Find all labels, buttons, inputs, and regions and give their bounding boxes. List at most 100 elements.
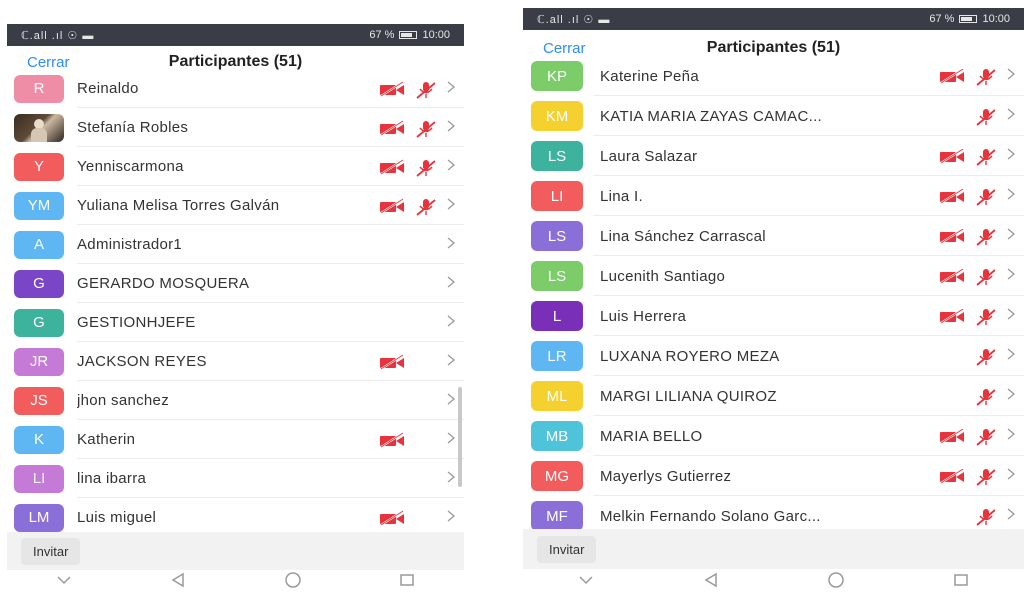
participant-row[interactable]: MB MARIA BELLO xyxy=(523,416,1024,456)
avatar: R xyxy=(14,74,64,103)
chevron-right-icon[interactable] xyxy=(446,353,456,371)
recents-square-icon[interactable] xyxy=(397,570,417,590)
participant-row[interactable]: LS Laura Salazar xyxy=(523,136,1024,176)
participant-row[interactable]: LI lina ibarra xyxy=(7,459,464,498)
mic-muted-icon xyxy=(974,187,998,206)
avatar: LS xyxy=(531,221,583,251)
avatar: L xyxy=(531,301,583,331)
back-triangle-icon[interactable] xyxy=(701,570,721,590)
chevron-down-icon[interactable] xyxy=(54,570,74,590)
participant-name: lina ibarra xyxy=(77,470,147,487)
close-button[interactable]: Cerrar xyxy=(7,54,70,71)
video-off-icon xyxy=(938,147,966,165)
participant-row[interactable]: Stefanía Robles xyxy=(7,108,464,147)
participant-name: Lucenith Santiago xyxy=(600,267,726,285)
chevron-right-icon[interactable] xyxy=(446,119,456,137)
chevron-right-icon[interactable] xyxy=(446,509,456,527)
participant-row[interactable]: G GERARDO MOSQUERA xyxy=(7,264,464,303)
chevron-right-icon[interactable] xyxy=(446,431,456,449)
participant-name: Luis miguel xyxy=(77,509,157,526)
participant-row[interactable]: R Reinaldo xyxy=(7,70,464,108)
participant-row[interactable]: LI Lina I. xyxy=(523,176,1024,216)
participant-list[interactable]: R Reinaldo Stefanía Robles Y Yenniscarmona… xyxy=(7,70,464,532)
chevron-right-icon[interactable] xyxy=(1006,387,1016,405)
participant-row[interactable]: Y Yenniscarmona xyxy=(7,147,464,186)
participant-row[interactable]: MF Melkin Fernando Solano Garc... xyxy=(523,496,1024,529)
video-off-icon xyxy=(938,267,966,285)
video-off-icon xyxy=(378,509,406,527)
battery-percent: 67 % xyxy=(369,29,395,41)
chevron-right-icon[interactable] xyxy=(1006,227,1016,245)
chevron-right-icon[interactable] xyxy=(446,314,456,332)
chevron-right-icon[interactable] xyxy=(1006,347,1016,365)
participant-row[interactable]: LS Lina Sánchez Carrascal xyxy=(523,216,1024,256)
chevron-right-icon[interactable] xyxy=(1006,147,1016,165)
participant-row[interactable]: A Administrador1 xyxy=(7,225,464,264)
chevron-right-icon[interactable] xyxy=(446,158,456,176)
page-title: Participantes (51) xyxy=(706,39,841,56)
participant-row[interactable]: LS Lucenith Santiago xyxy=(523,256,1024,296)
recents-square-icon[interactable] xyxy=(951,570,971,590)
signal-indicators: ℂ.all .ıl ☉ ▬ xyxy=(21,29,95,42)
participant-row[interactable]: MG Mayerlys Gutierrez xyxy=(523,456,1024,496)
chevron-right-icon[interactable] xyxy=(1006,107,1016,125)
participant-row[interactable]: K Katherin xyxy=(7,420,464,459)
participant-row[interactable]: KM KATIA MARIA ZAYAS CAMAC... xyxy=(523,96,1024,136)
chevron-right-icon[interactable] xyxy=(1006,467,1016,485)
chevron-right-icon[interactable] xyxy=(1006,187,1016,205)
avatar: KM xyxy=(531,101,583,131)
chevron-right-icon[interactable] xyxy=(446,392,456,410)
avatar-photo xyxy=(14,113,64,142)
chevron-down-icon[interactable] xyxy=(576,570,596,590)
participant-row[interactable]: ML MARGI LILIANA QUIROZ xyxy=(523,376,1024,416)
participant-name: MARIA BELLO xyxy=(600,427,703,445)
android-nav-bar xyxy=(7,566,464,594)
close-button[interactable]: Cerrar xyxy=(523,40,586,57)
mic-muted-icon xyxy=(414,158,438,177)
chevron-right-icon[interactable] xyxy=(1006,507,1016,525)
avatar: ML xyxy=(531,381,583,411)
chevron-right-icon[interactable] xyxy=(1006,427,1016,445)
mic-muted-icon xyxy=(974,147,998,166)
participant-name: KATIA MARIA ZAYAS CAMAC... xyxy=(600,107,823,125)
chevron-right-icon[interactable] xyxy=(446,275,456,293)
scrollbar[interactable] xyxy=(458,387,462,487)
participant-name: JACKSON REYES xyxy=(77,353,207,370)
home-circle-icon[interactable] xyxy=(826,570,846,590)
status-bar: ℂ.all .ıl ☉ ▬ 67 % 10:00 xyxy=(7,24,464,46)
chevron-right-icon[interactable] xyxy=(446,470,456,488)
chevron-right-icon[interactable] xyxy=(1006,267,1016,285)
participant-row[interactable]: L Luis Herrera xyxy=(523,296,1024,336)
status-bar: ℂ.all .ıl ☉ ▬ 67 % 10:00 xyxy=(523,8,1024,30)
video-off-icon xyxy=(378,80,406,98)
back-triangle-icon[interactable] xyxy=(168,570,188,590)
participant-row[interactable]: YM Yuliana Melisa Torres Galván xyxy=(7,186,464,225)
participant-row[interactable]: KP Katerine Peña xyxy=(523,57,1024,96)
avatar: G xyxy=(14,269,64,298)
home-circle-icon[interactable] xyxy=(283,570,303,590)
participant-row[interactable]: G GESTIONHJEFE xyxy=(7,303,464,342)
avatar: MF xyxy=(531,501,583,529)
mic-muted-icon xyxy=(974,427,998,446)
chevron-right-icon[interactable] xyxy=(446,236,456,254)
invite-button[interactable]: Invitar xyxy=(21,537,81,565)
battery-icon xyxy=(959,15,978,23)
chevron-right-icon[interactable] xyxy=(446,197,456,215)
chevron-right-icon[interactable] xyxy=(1006,67,1016,85)
participant-name: Lina Sánchez Carrascal xyxy=(600,227,766,245)
chevron-right-icon[interactable] xyxy=(1006,307,1016,325)
participant-row[interactable]: LR LUXANA ROYERO MEZA xyxy=(523,336,1024,376)
participant-row[interactable]: LM Luis miguel xyxy=(7,498,464,532)
participant-name: GERARDO MOSQUERA xyxy=(77,275,250,292)
avatar: G xyxy=(14,308,64,337)
participant-list[interactable]: KP Katerine Peña KM KATIA MARIA ZAYAS CAMA… xyxy=(523,57,1024,529)
chevron-right-icon[interactable] xyxy=(446,80,456,98)
participant-row[interactable]: JR JACKSON REYES xyxy=(7,342,464,381)
avatar: LI xyxy=(531,181,583,211)
avatar: A xyxy=(14,230,64,259)
participant-row[interactable]: JS jhon sanchez xyxy=(7,381,464,420)
mic-muted-icon xyxy=(414,80,438,99)
avatar: LS xyxy=(531,141,583,171)
invite-button[interactable]: Invitar xyxy=(537,535,597,563)
mic-muted-icon xyxy=(974,227,998,246)
